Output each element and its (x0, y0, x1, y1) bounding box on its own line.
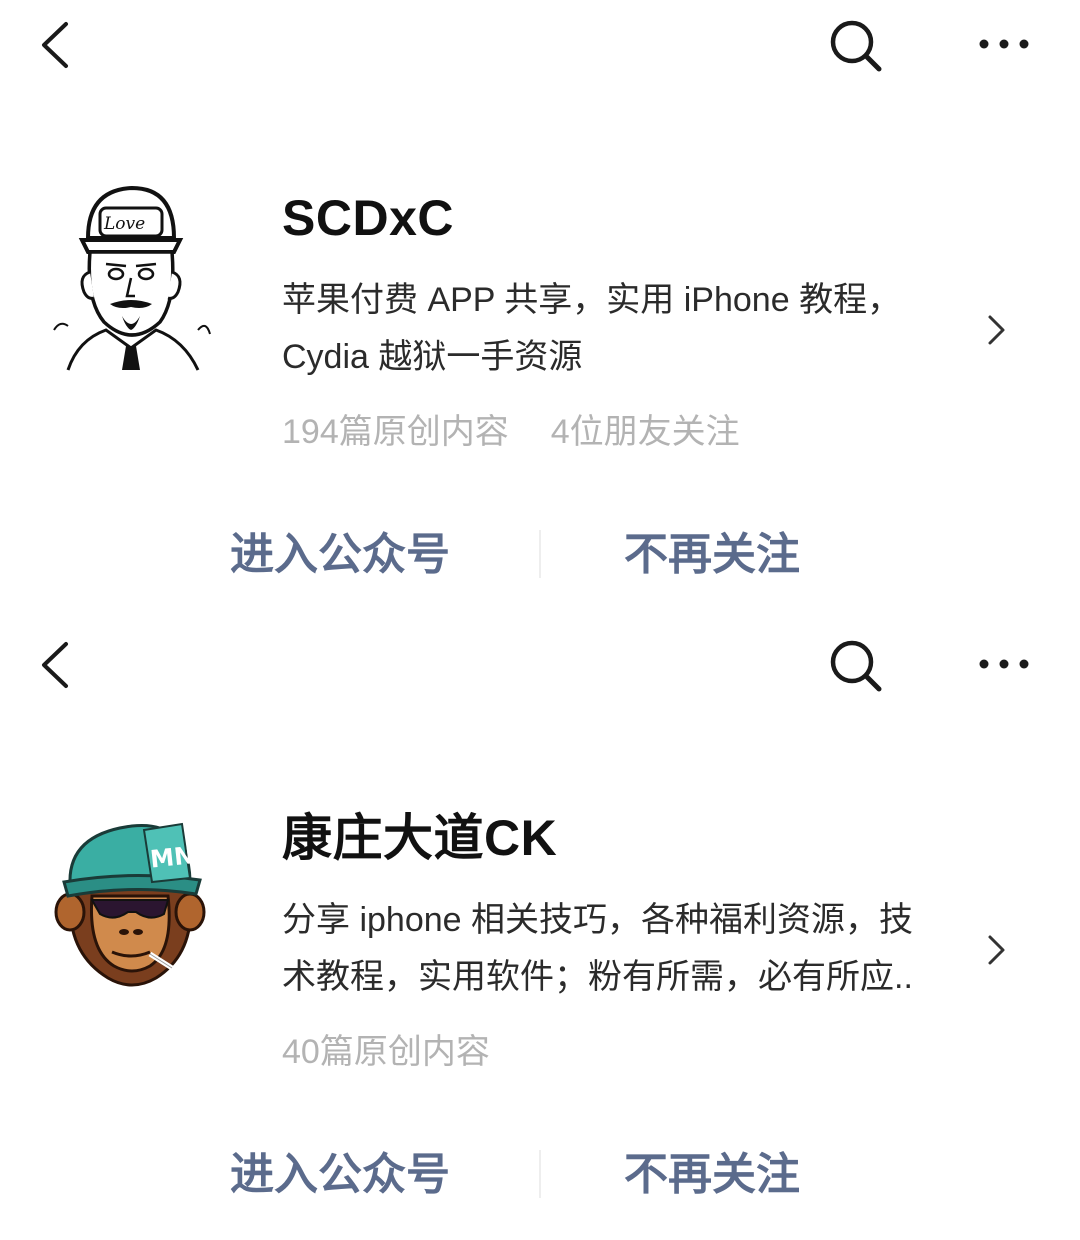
account-stats: 40篇原创内容 (282, 1028, 490, 1076)
account-avatar: MNK (48, 800, 215, 994)
enter-account-button[interactable]: 进入公众号 (230, 520, 450, 590)
account-profile-row[interactable]: Love SCDxC 苹果付费 APP 共享，实用 iPhone 教程， Cyd… (0, 0, 1080, 470)
description-line: 苹果付费 APP 共享，实用 iPhone 教程， (282, 281, 902, 319)
account-description: 分享 iphone 相关技巧，各种福利资源，技 术教程，实用软件；粉有所需，必有… (282, 892, 972, 1006)
description-line: Cydia 越狱一手资源 (282, 338, 583, 376)
account-name: 康庄大道CK (282, 810, 558, 866)
chevron-right-icon (984, 932, 1010, 968)
account-name: SCDxC (282, 190, 454, 246)
account-card-2: MNK 康庄大道CK 分享 iphone 相关技巧，各种福利资源，技 术教程，实… (0, 620, 1080, 1240)
unfollow-button[interactable]: 不再关注 (624, 1140, 800, 1210)
cap-logo-text: MNK (149, 839, 212, 874)
action-divider (539, 1150, 541, 1198)
enter-account-button[interactable]: 进入公众号 (230, 1140, 450, 1210)
monkey-cap-avatar: MNK (54, 822, 215, 987)
svg-text:Love: Love (103, 214, 145, 234)
chevron-right-icon (984, 312, 1010, 348)
action-divider (539, 530, 541, 578)
unfollow-button[interactable]: 不再关注 (624, 520, 800, 590)
account-stats: 194篇原创内容 4位朋友关注 (282, 408, 740, 456)
account-description: 苹果付费 APP 共享，实用 iPhone 教程， Cydia 越狱一手资源 (282, 272, 972, 386)
original-count: 194篇原创内容 (282, 413, 509, 451)
account-profile-row[interactable]: MNK 康庄大道CK 分享 iphone 相关技巧，各种福利资源，技 术教程，实… (0, 620, 1080, 1090)
account-card-1: Love SCDxC 苹果付费 APP 共享，实用 iPhone 教程， Cyd… (0, 0, 1080, 620)
cartoon-man-cap-avatar: Love (53, 185, 211, 371)
original-count: 40篇原创内容 (282, 1033, 490, 1071)
friends-following-count: 4位朋友关注 (550, 413, 740, 451)
account-avatar: Love (48, 180, 212, 374)
description-line: 术教程，实用软件；粉有所需，必有所应.. (282, 958, 913, 996)
description-line: 分享 iphone 相关技巧，各种福利资源，技 (282, 901, 913, 939)
